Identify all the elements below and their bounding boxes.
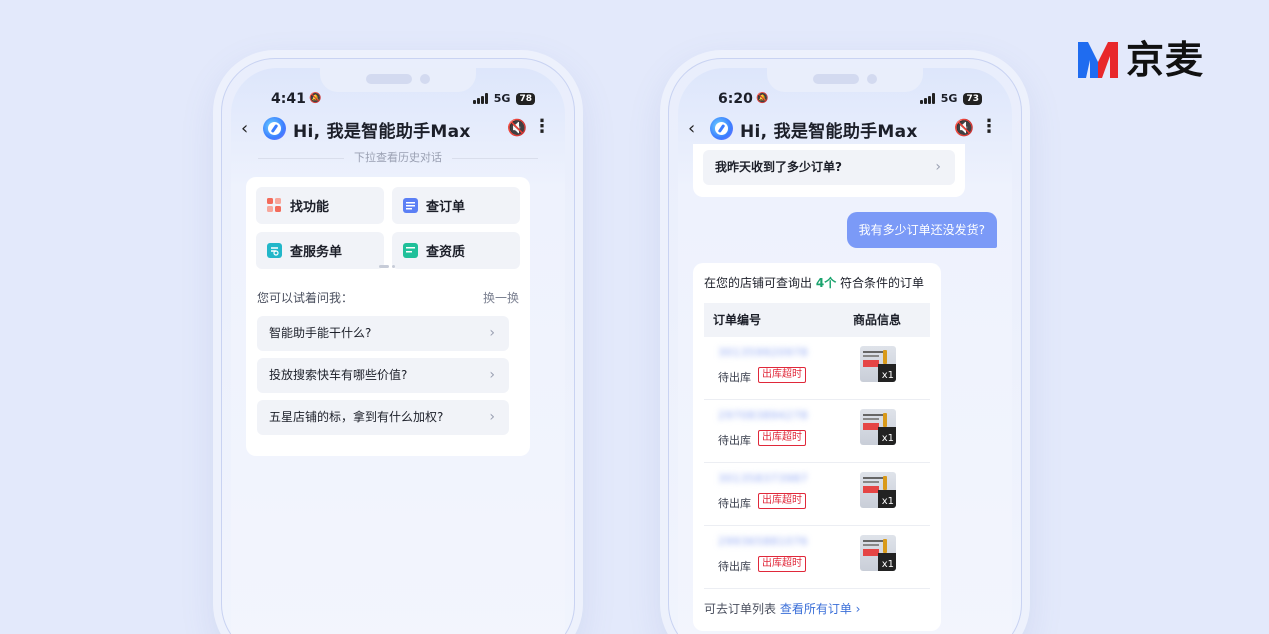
summary-suffix: 符合条件的订单 [840,276,925,290]
table-row[interactable]: 301358373987 待出库 出库超时 x1 [704,463,930,526]
welcome-card: 找功能 查订单 查服务单 查资质 您可以试着问我： 换一换 智能助手能干什么? … [246,177,530,456]
check-service-orders-button[interactable]: 查服务单 [256,232,384,269]
orders-footer: 可去订单列表 查看所有订单 › [704,600,860,617]
product-thumbnail[interactable]: x1 [860,472,896,508]
overdue-badge: 出库超时 [758,430,806,446]
chat-header: ‹ Hi, 我是智能助手Max 🔇 ⋮ [231,115,565,145]
order-number[interactable]: 301359920978 [718,346,808,359]
suggestion-text: 智能助手能干什么? [269,326,372,340]
mute-bell-icon: 🔕 [756,93,769,104]
page-indicator [379,265,395,268]
phone-notch [320,68,476,92]
suggestion-text: 我昨天收到了多少订单? [715,160,842,174]
function-label: 找功能 [290,200,330,215]
order-doc-icon [403,198,418,213]
chat-header: ‹ Hi, 我是智能助手Max 🔇 ⋮ [678,115,1012,145]
function-label: 查资质 [426,245,466,260]
previous-suggestion-card: 我昨天收到了多少订单? › [693,144,965,197]
page-title: Hi, 我是智能助手Max [740,122,918,142]
status-time: 4:41 [271,91,306,107]
suggestion-text: 五星店铺的标，拿到有什么加权? [269,410,444,424]
more-icon[interactable]: ⋮ [533,116,551,137]
suggestion-text: 投放搜索快车有哪些价值? [269,368,408,382]
brand-name: 京麦 [1126,38,1205,82]
phone-orders: 6:20 🔕 5G 73 ‹ Hi, 我是智能助手Max 🔇 ⋮ 我昨天收到了多… [668,58,1022,634]
phone-screen: 4:41 🔕 5G 78 ‹ Hi, 我是智能助手Max 🔇 ⋮ 下拉查看历史对… [231,68,565,634]
footer-prefix: 可去订单列表 [704,602,777,616]
suggestion-item[interactable]: 我昨天收到了多少订单? › [703,150,955,185]
refresh-suggestions-button[interactable]: 换一换 [483,289,519,306]
service-order-icon [267,243,282,258]
page-title: Hi, 我是智能助手Max [293,122,471,142]
order-status: 待出库 [718,371,751,384]
grid-icon [267,198,282,213]
chevron-right-icon: › [489,409,495,425]
order-status: 待出库 [718,560,751,573]
function-label: 查订单 [426,200,466,215]
more-icon[interactable]: ⋮ [980,116,998,137]
status-bar: 4:41 🔕 5G 78 [231,91,565,109]
phone-screen: 6:20 🔕 5G 73 ‹ Hi, 我是智能助手Max 🔇 ⋮ 我昨天收到了多… [678,68,1012,634]
table-row[interactable]: 301359920978 待出库 出库超时 x1 [704,337,930,400]
order-number[interactable]: 301358373987 [718,472,808,485]
view-all-orders-link[interactable]: 查看所有订单 › [780,602,861,616]
signal-icon [472,93,488,104]
product-thumbnail[interactable]: x1 [860,346,896,382]
jingmai-m-logo-icon [1078,42,1118,78]
status-time: 6:20 [718,91,753,107]
function-label: 查服务单 [290,245,343,260]
quantity: x1 [881,559,894,570]
overdue-badge: 出库超时 [758,493,806,509]
chevron-right-icon: › [489,367,495,383]
summary-prefix: 在您的店铺可查询出 [704,276,813,290]
check-qualification-button[interactable]: 查资质 [392,232,520,269]
chevron-right-icon: › [935,159,941,175]
suggestion-item[interactable]: 智能助手能干什么? › [257,316,509,351]
quantity: x1 [881,496,894,507]
order-number[interactable]: 297083894278 [718,409,808,422]
user-message-bubble: 我有多少订单还没发货? [846,212,997,248]
back-icon[interactable]: ‹ [688,118,695,139]
order-number[interactable]: 299365881076 [718,535,808,548]
suggestion-item[interactable]: 投放搜索快车有哪些价值? › [257,358,509,393]
column-product-info: 商品信息 [853,313,902,327]
assistant-avatar-icon [263,117,286,140]
overdue-badge: 出库超时 [758,367,806,383]
product-thumbnail[interactable]: x1 [860,535,896,571]
mute-icon[interactable]: 🔇 [507,118,527,137]
find-function-button[interactable]: 找功能 [256,187,384,224]
orders-table-header: 订单编号 商品信息 [704,303,930,337]
battery-level: 78 [516,92,535,105]
jingmai-logo: 京麦 [1076,40,1204,80]
phone-notch [767,68,923,92]
network-type: 5G [940,92,958,105]
table-row[interactable]: 299365881076 待出库 出库超时 x1 [704,526,930,589]
back-icon[interactable]: ‹ [241,118,248,139]
order-count: 4个 [815,276,837,290]
network-type: 5G [493,92,511,105]
qualification-icon [403,243,418,258]
mute-icon[interactable]: 🔇 [954,118,974,137]
order-status: 待出库 [718,497,751,510]
chevron-right-icon: › [489,325,495,341]
signal-icon [919,93,935,104]
pull-history-hint: 下拉查看历史对话 [231,149,565,165]
table-row[interactable]: 297083894278 待出库 出库超时 x1 [704,400,930,463]
phone-home: 4:41 🔕 5G 78 ‹ Hi, 我是智能助手Max 🔇 ⋮ 下拉查看历史对… [221,58,575,634]
mute-bell-icon: 🔕 [309,93,322,104]
column-order-no: 订单编号 [713,313,762,327]
status-bar: 6:20 🔕 5G 73 [678,91,1012,109]
product-thumbnail[interactable]: x1 [860,409,896,445]
try-asking-label: 您可以试着问我： [257,291,354,305]
check-orders-button[interactable]: 查订单 [392,187,520,224]
overdue-badge: 出库超时 [758,556,806,572]
quantity: x1 [881,433,894,444]
orders-summary: 在您的店铺可查询出 4个 符合条件的订单 [704,274,924,291]
battery-level: 73 [963,92,982,105]
quantity: x1 [881,370,894,381]
assistant-avatar-icon [710,117,733,140]
order-status: 待出库 [718,434,751,447]
suggestion-item[interactable]: 五星店铺的标，拿到有什么加权? › [257,400,509,435]
orders-result-card: 在您的店铺可查询出 4个 符合条件的订单 订单编号 商品信息 301359920… [693,263,941,631]
